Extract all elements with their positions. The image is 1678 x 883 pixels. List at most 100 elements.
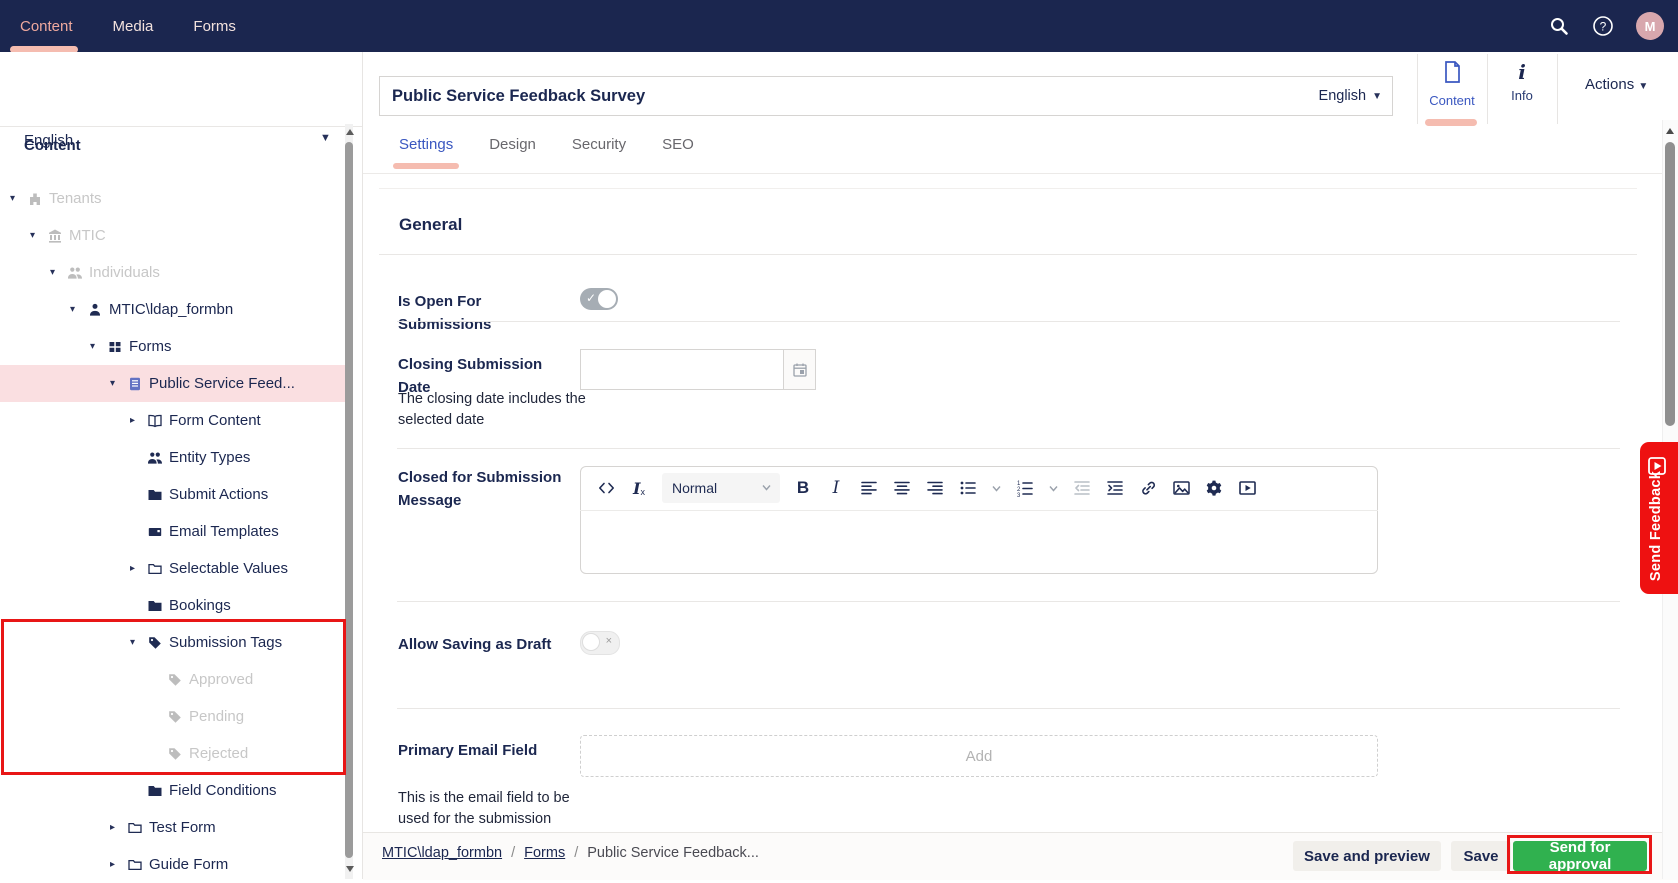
chevron-down-icon[interactable] xyxy=(991,475,1002,501)
send-feedback-button[interactable]: Send Feedback xyxy=(1640,442,1678,594)
bold-icon[interactable]: B xyxy=(793,475,813,501)
nav-tab-forms[interactable]: Forms xyxy=(193,18,236,35)
tree-item-label: Email Templates xyxy=(169,523,279,540)
caret-right-icon[interactable]: ▸ xyxy=(130,415,147,426)
caret-down-icon[interactable]: ▾ xyxy=(110,378,127,389)
tree-item-pending[interactable]: Pending xyxy=(0,698,345,735)
tab-security[interactable]: Security xyxy=(572,136,626,153)
chevron-down-icon: ▼ xyxy=(320,132,331,144)
tree-item-individuals[interactable]: ▾ Individuals xyxy=(0,254,345,291)
tree-item-entity-types[interactable]: Entity Types xyxy=(0,439,345,476)
field-help-primary-email: This is the email field to be used for t… xyxy=(398,788,588,830)
link-icon[interactable] xyxy=(1138,475,1158,501)
tree-item-bookings[interactable]: Bookings xyxy=(0,587,345,624)
clear-formatting-icon[interactable]: Ix xyxy=(629,475,649,501)
title-language-value[interactable]: English xyxy=(1319,88,1373,104)
chevron-down-icon[interactable] xyxy=(1048,475,1059,501)
scroll-up-arrow-icon[interactable] xyxy=(1666,128,1674,134)
rich-text-toolbar: Ix Normal BI 123 xyxy=(580,466,1378,511)
caret-right-icon[interactable]: ▸ xyxy=(130,563,147,574)
users-icon xyxy=(147,450,169,466)
align-left-icon[interactable] xyxy=(859,475,879,501)
rich-text-editor-body[interactable] xyxy=(581,512,1377,572)
tree-item-forms[interactable]: ▾Forms xyxy=(0,328,345,365)
caret-right-icon[interactable]: ▸ xyxy=(110,822,127,833)
nav-tab-media[interactable]: Media xyxy=(113,18,154,35)
align-center-icon[interactable] xyxy=(892,475,912,501)
save-and-preview-button[interactable]: Save and preview xyxy=(1293,841,1441,871)
tree-item-email-templates[interactable]: Email Templates xyxy=(0,513,345,550)
caret-down-icon[interactable]: ▾ xyxy=(130,637,147,648)
help-icon[interactable]: ? xyxy=(1592,15,1614,37)
tree-item-form-content[interactable]: ▸Form Content xyxy=(0,402,345,439)
italic-icon[interactable]: I xyxy=(826,475,846,501)
user-icon xyxy=(87,302,109,318)
is-open-toggle[interactable]: ✓ xyxy=(580,288,618,310)
tree-item-test-form[interactable]: ▸Test Form xyxy=(0,809,345,846)
search-icon[interactable] xyxy=(1548,15,1570,37)
tree-item-mtic[interactable]: ▾MTIC xyxy=(0,217,345,254)
closing-date-input[interactable] xyxy=(580,349,784,390)
tab-info[interactable]: i Info xyxy=(1487,60,1557,103)
send-for-approval-button[interactable]: Send for approval xyxy=(1513,841,1647,871)
caret-down-icon[interactable]: ▾ xyxy=(90,341,107,352)
document-icon xyxy=(1443,71,1462,88)
document-title-input[interactable]: Public Service Feedback Survey English ▼ xyxy=(379,76,1393,116)
primary-email-add-button[interactable]: Add xyxy=(580,735,1378,777)
tab-seo[interactable]: SEO xyxy=(662,136,694,153)
caret-down-icon[interactable]: ▾ xyxy=(30,230,47,241)
breadcrumb-item-mtic-ldap-formbn[interactable]: MTIC\ldap_formbn xyxy=(382,845,502,861)
section-title: General xyxy=(399,215,462,235)
save-button[interactable]: Save xyxy=(1451,841,1511,871)
tree-item-rejected[interactable]: Rejected xyxy=(0,735,345,772)
tree-item-label: Individuals xyxy=(89,264,160,281)
tree-item-label: Pending xyxy=(189,708,244,725)
scroll-up-arrow-icon[interactable] xyxy=(346,129,354,135)
bullet-list-icon[interactable] xyxy=(958,475,978,501)
tree-item-submission-tags[interactable]: ▾Submission Tags xyxy=(0,624,345,661)
active-tab-indicator xyxy=(1425,119,1477,126)
sidebar-scrollbar-thumb[interactable] xyxy=(345,142,353,858)
tree-item-public-service-feed[interactable]: ▾Public Service Feed... xyxy=(0,365,345,402)
align-right-icon[interactable] xyxy=(925,475,945,501)
top-nav-tabs: Content Media Forms xyxy=(20,0,236,52)
tree-item-mtic-ldap-formbn[interactable]: ▾MTIC\ldap_formbn xyxy=(0,291,345,328)
indent-icon[interactable] xyxy=(1105,475,1125,501)
doc-lines-icon xyxy=(127,376,149,392)
caret-down-icon[interactable]: ▾ xyxy=(50,267,67,278)
row-divider xyxy=(397,448,1620,449)
language-selector[interactable]: English ▼ xyxy=(0,52,362,127)
actions-label: Actions xyxy=(1585,76,1634,93)
video-icon[interactable] xyxy=(1237,475,1257,501)
folder-outline-icon xyxy=(147,561,169,577)
tree-item-guide-form[interactable]: ▸Guide Form xyxy=(0,846,345,883)
caret-down-icon[interactable]: ▾ xyxy=(70,304,87,315)
tree-item-approved[interactable]: Approved xyxy=(0,661,345,698)
scroll-down-arrow-icon[interactable] xyxy=(346,866,354,872)
paragraph-style-select[interactable]: Normal xyxy=(662,473,780,503)
actions-dropdown[interactable]: Actions ▼ xyxy=(1585,76,1648,93)
settings-icon[interactable] xyxy=(1204,475,1224,501)
tree-item-selectable-values[interactable]: ▸Selectable Values xyxy=(0,550,345,587)
tab-design[interactable]: Design xyxy=(489,136,536,153)
tree-item-tenants[interactable]: ▾Tenants xyxy=(0,180,345,217)
page-scrollbar-thumb[interactable] xyxy=(1665,142,1675,426)
source-code-icon[interactable] xyxy=(596,475,616,501)
tree-item-field-conditions[interactable]: Field Conditions xyxy=(0,772,345,809)
folder-filled-icon xyxy=(147,487,169,503)
outdent-icon[interactable] xyxy=(1072,475,1092,501)
user-avatar[interactable]: M xyxy=(1636,12,1664,40)
tag-icon xyxy=(167,746,189,762)
breadcrumb-item-forms[interactable]: Forms xyxy=(524,845,565,861)
tab-content-app[interactable]: Content xyxy=(1417,60,1487,108)
caret-right-icon[interactable]: ▸ xyxy=(110,859,127,870)
allow-draft-toggle[interactable]: × xyxy=(580,631,620,655)
image-icon[interactable] xyxy=(1171,475,1191,501)
tree-item-label: Submit Actions xyxy=(169,486,268,503)
numbered-list-icon[interactable]: 123 xyxy=(1015,475,1035,501)
caret-down-icon[interactable]: ▾ xyxy=(10,193,27,204)
tab-settings[interactable]: Settings xyxy=(399,136,453,153)
tree-item-submit-actions[interactable]: Submit Actions xyxy=(0,476,345,513)
calendar-picker-button[interactable] xyxy=(784,349,816,390)
nav-tab-content[interactable]: Content xyxy=(20,18,73,35)
